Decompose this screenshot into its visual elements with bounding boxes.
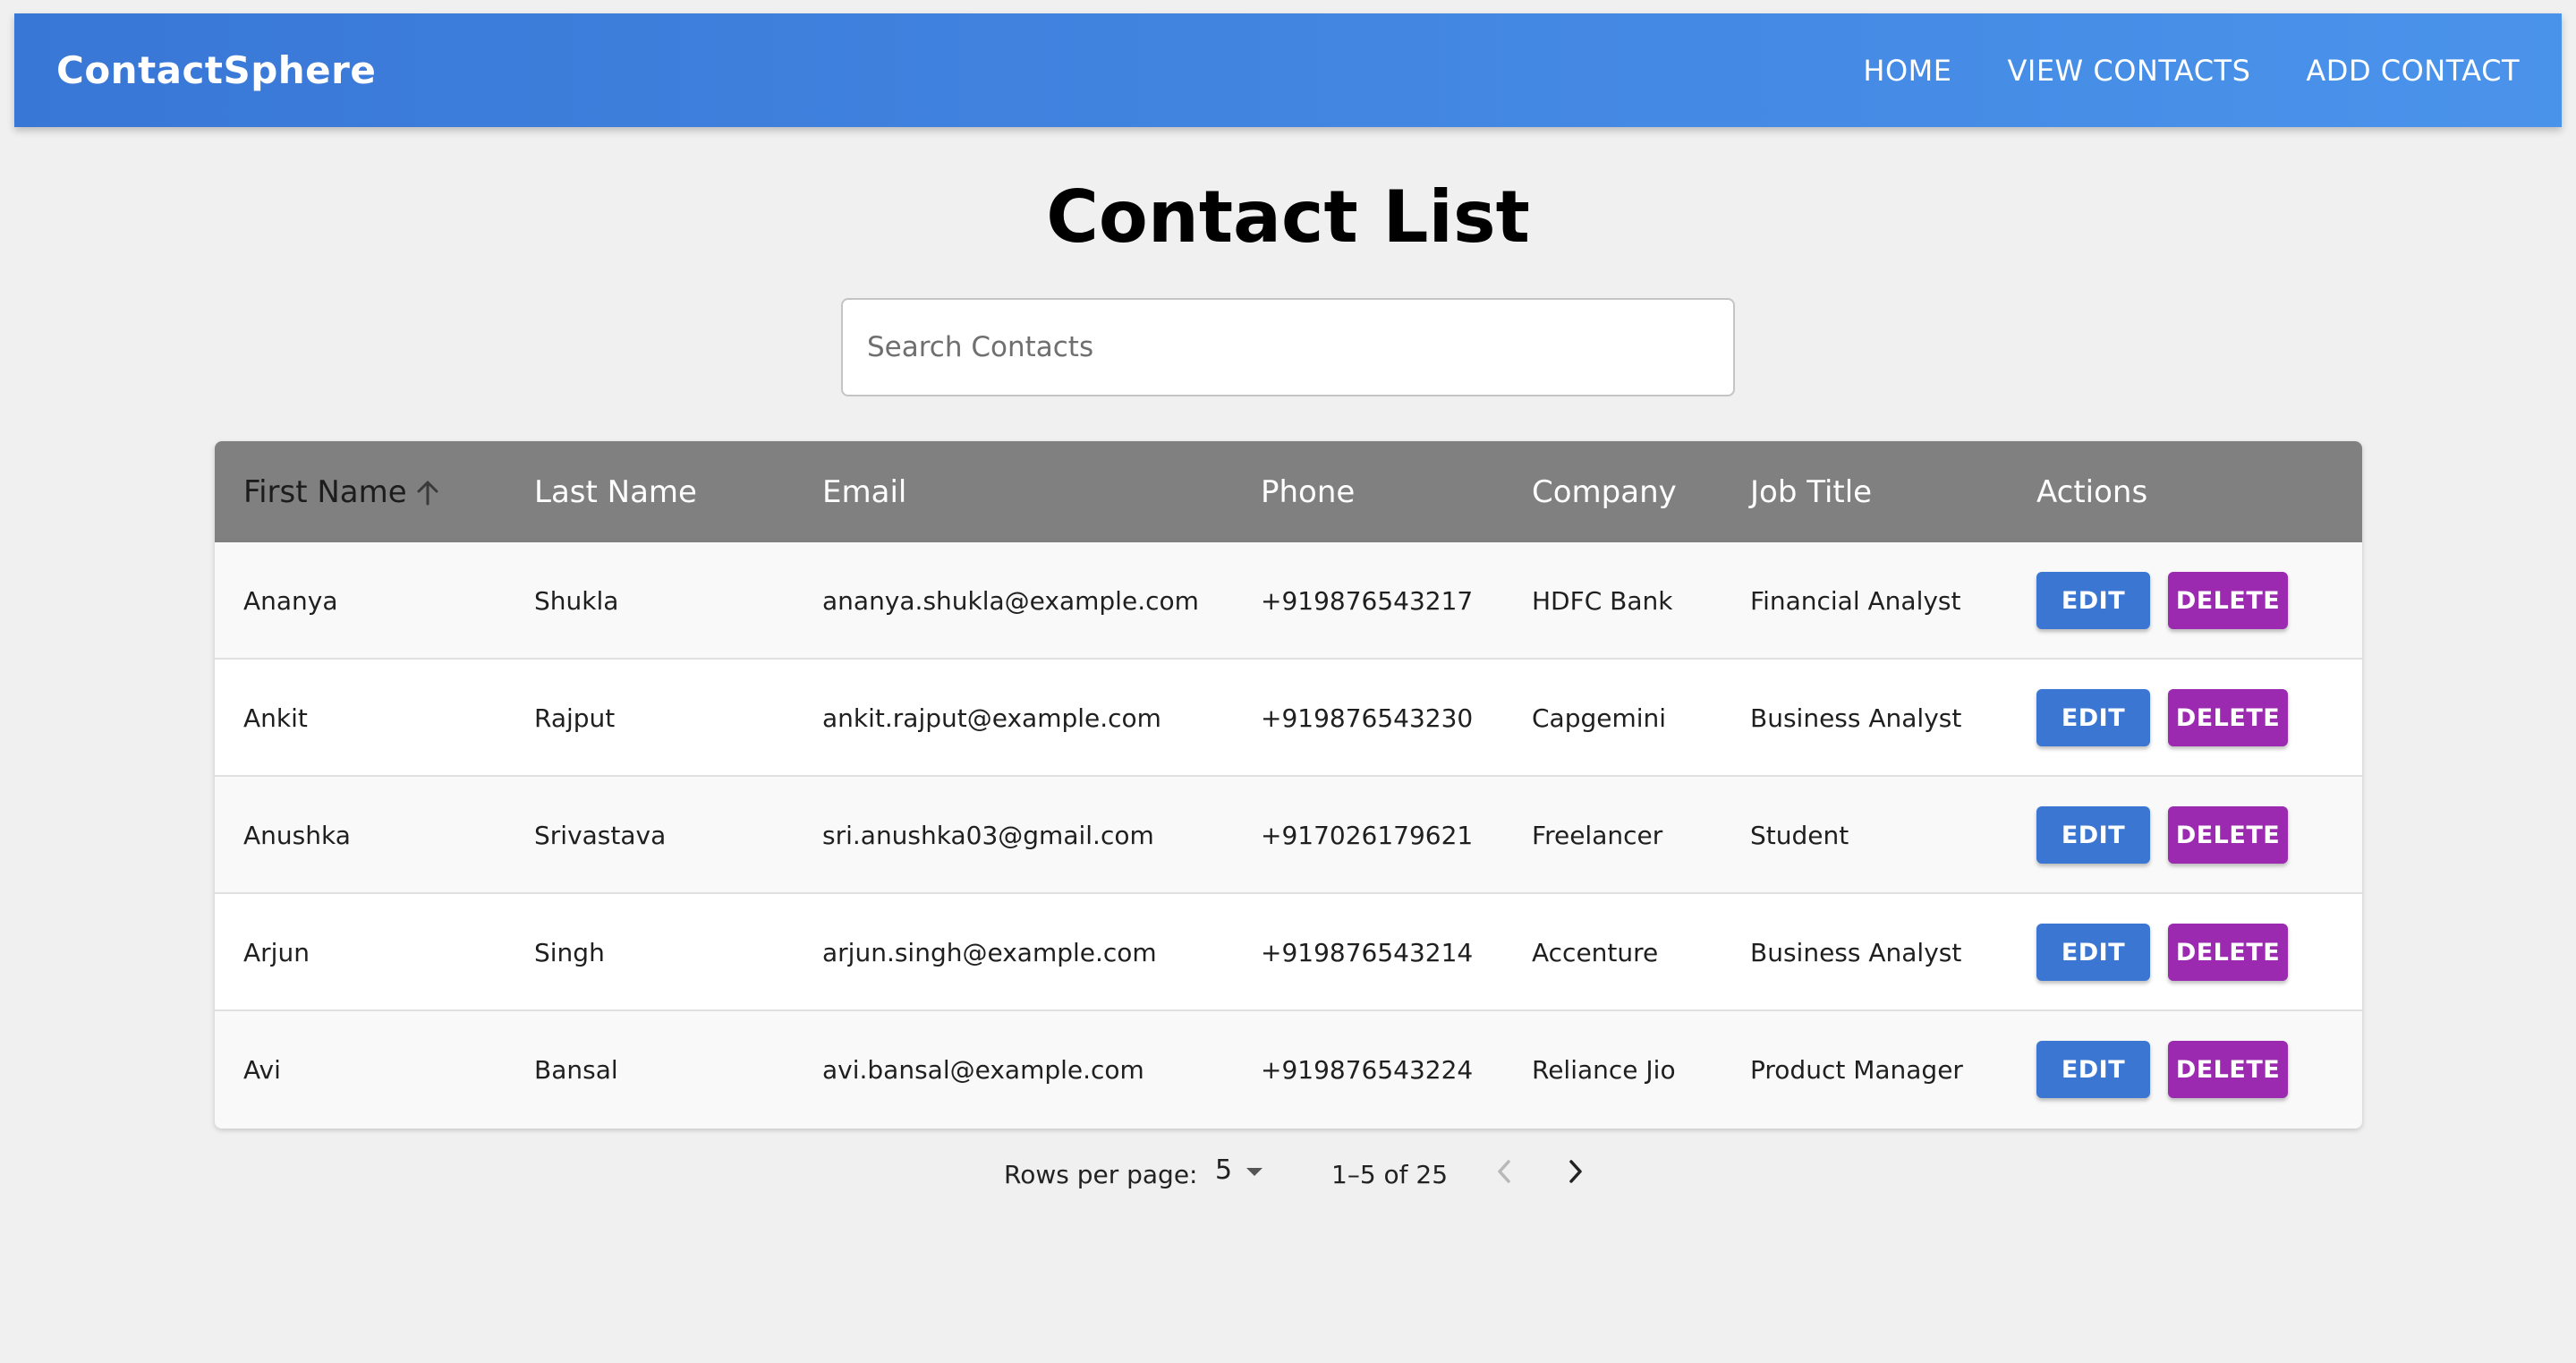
column-header-label: Last Name [534, 473, 697, 510]
arrow-up-icon [416, 479, 439, 506]
column-header-label: Job Title [1750, 473, 1873, 510]
delete-button[interactable]: DELETE [2168, 924, 2288, 981]
edit-button[interactable]: EDIT [2036, 924, 2150, 981]
cell-last-name: Rajput [534, 703, 616, 733]
nav-add-contact[interactable]: ADD CONTACT [2306, 54, 2520, 88]
column-header-label: Actions [2036, 473, 2148, 510]
column-header-first-name[interactable]: First Name [243, 441, 439, 542]
app-root: ContactSphere HOME VIEW CONTACTS ADD CON… [0, 0, 2576, 1363]
cell-phone: +917026179621 [1261, 821, 1474, 850]
column-header-label: Phone [1261, 473, 1356, 510]
nav-view-contacts[interactable]: VIEW CONTACTS [2007, 54, 2250, 88]
table-row: Arjun Singh arjun.singh@example.com +919… [215, 894, 2362, 1011]
cell-company: Reliance Jio [1532, 1055, 1676, 1085]
cell-job-title: Product Manager [1750, 1055, 1963, 1085]
cell-company: HDFC Bank [1532, 586, 1673, 616]
column-header-actions: Actions [2036, 441, 2147, 542]
brand-logo-text[interactable]: ContactSphere [56, 48, 376, 92]
cell-email: ankit.rajput@example.com [822, 703, 1161, 733]
table-pagination: Rows per page: 5 1–5 of 25 [0, 1154, 2576, 1199]
cell-last-name: Bansal [534, 1055, 618, 1085]
cell-job-title: Student [1750, 821, 1849, 850]
table-row: Ankit Rajput ankit.rajput@example.com +9… [215, 660, 2362, 777]
column-header-label: First Name [243, 473, 407, 510]
rows-per-page-select[interactable]: 5 [1215, 1154, 1264, 1186]
delete-button[interactable]: DELETE [2168, 572, 2288, 629]
rows-per-page-label: Rows per page: [1004, 1160, 1198, 1189]
column-header-company[interactable]: Company [1532, 441, 1677, 542]
column-header-email[interactable]: Email [822, 441, 906, 542]
delete-button[interactable]: DELETE [2168, 1041, 2288, 1098]
cell-phone: +919876543230 [1261, 703, 1474, 733]
column-header-label: Email [822, 473, 907, 510]
cell-phone: +919876543217 [1261, 586, 1474, 616]
delete-button[interactable]: DELETE [2168, 689, 2288, 746]
edit-button[interactable]: EDIT [2036, 572, 2150, 629]
cell-last-name: Singh [534, 938, 605, 967]
cell-first-name: Ankit [243, 703, 308, 733]
main-nav: HOME VIEW CONTACTS ADD CONTACT [1863, 54, 2520, 88]
cell-first-name: Avi [243, 1055, 281, 1085]
cell-job-title: Financial Analyst [1750, 586, 1961, 616]
table-row: Anushka Srivastava sri.anushka03@gmail.c… [215, 777, 2362, 894]
cell-first-name: Anushka [243, 821, 351, 850]
contacts-table: First Name Last Name Email Phone Company… [215, 441, 2362, 1129]
table-row: Ananya Shukla ananya.shukla@example.com … [215, 542, 2362, 660]
cell-phone: +919876543224 [1261, 1055, 1474, 1085]
cell-company: Accenture [1532, 938, 1659, 967]
column-header-last-name[interactable]: Last Name [534, 441, 697, 542]
delete-button[interactable]: DELETE [2168, 806, 2288, 864]
column-header-phone[interactable]: Phone [1261, 441, 1355, 542]
cell-job-title: Business Analyst [1750, 703, 1962, 733]
cell-email: arjun.singh@example.com [822, 938, 1157, 967]
cell-email: avi.bansal@example.com [822, 1055, 1144, 1085]
caret-down-icon [1245, 1154, 1264, 1186]
page-title: Contact List [1046, 175, 1530, 259]
cell-email: sri.anushka03@gmail.com [822, 821, 1154, 850]
cell-first-name: Arjun [243, 938, 310, 967]
edit-button[interactable]: EDIT [2036, 806, 2150, 864]
cell-first-name: Ananya [243, 586, 338, 616]
table-row: Avi Bansal avi.bansal@example.com +91987… [215, 1011, 2362, 1129]
column-header-job-title[interactable]: Job Title [1750, 441, 1872, 542]
cell-last-name: Shukla [534, 586, 619, 616]
cell-last-name: Srivastava [534, 821, 667, 850]
chevron-left-icon [1495, 1159, 1513, 1190]
rows-per-page-value: 5 [1215, 1154, 1233, 1186]
cell-job-title: Business Analyst [1750, 938, 1962, 967]
cell-phone: +919876543214 [1261, 938, 1474, 967]
previous-page-button[interactable] [1486, 1154, 1522, 1194]
cell-company: Capgemini [1532, 703, 1667, 733]
edit-button[interactable]: EDIT [2036, 1041, 2150, 1098]
app-bar: ContactSphere HOME VIEW CONTACTS ADD CON… [14, 13, 2562, 127]
cell-email: ananya.shukla@example.com [822, 586, 1199, 616]
edit-button[interactable]: EDIT [2036, 689, 2150, 746]
search-input[interactable] [841, 298, 1735, 396]
column-header-label: Company [1532, 473, 1677, 510]
cell-company: Freelancer [1532, 821, 1663, 850]
nav-home[interactable]: HOME [1863, 54, 1951, 88]
next-page-button[interactable] [1558, 1154, 1594, 1194]
chevron-right-icon [1567, 1159, 1585, 1190]
pagination-range: 1–5 of 25 [1331, 1160, 1449, 1189]
table-header-row: First Name Last Name Email Phone Company… [215, 441, 2362, 542]
table-body: Ananya Shukla ananya.shukla@example.com … [215, 542, 2362, 1129]
